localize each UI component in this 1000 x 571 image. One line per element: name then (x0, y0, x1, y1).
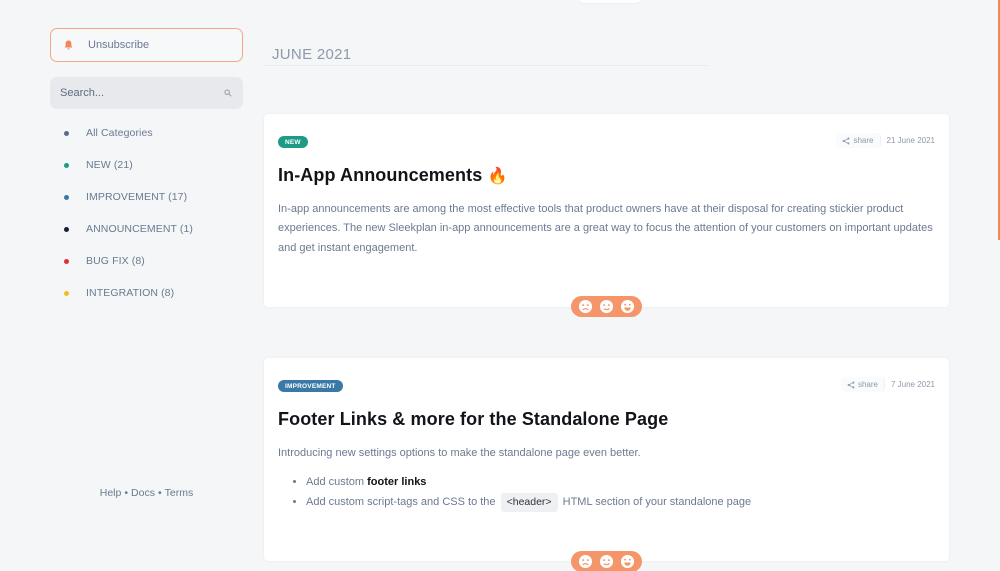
sad-face-icon[interactable] (578, 554, 593, 569)
docs-link[interactable]: Docs (131, 487, 155, 499)
sidebar-footer-links: Help • Docs • Terms (50, 487, 243, 499)
sidebar: Unsubscribe All Categories NEW (21) IMPR… (50, 28, 243, 309)
unsubscribe-button[interactable]: Unsubscribe (50, 28, 243, 62)
category-label: All Categories (86, 127, 153, 139)
category-improvement[interactable]: IMPROVEMENT (17) (50, 181, 243, 213)
changelog-post: IMPROVEMENT share 7 June 2021 Footer Lin… (264, 358, 949, 571)
post-body: In-app announcements are among the most … (278, 203, 933, 254)
share-icon (843, 137, 850, 144)
search-box (50, 77, 243, 109)
post-title-text: In-App Announcements (278, 165, 483, 185)
separator-dot: • (124, 487, 129, 499)
search-input[interactable] (60, 87, 224, 99)
post-body: Introducing new settings options to make… (278, 444, 938, 512)
category-dot (64, 194, 69, 200)
post-date: 7 June 2021 (890, 380, 935, 389)
category-dot (64, 130, 69, 136)
bullet-text: Add custom (306, 476, 368, 489)
search-icon[interactable] (224, 88, 233, 98)
category-label: BUG FIX (8) (86, 255, 145, 267)
category-dot (64, 162, 69, 168)
category-all[interactable]: All Categories (50, 117, 243, 149)
reaction-bar (571, 296, 642, 317)
neutral-face-icon[interactable] (599, 554, 614, 569)
month-heading: JUNE 2021 (264, 44, 708, 66)
month-heading-text: JUNE 2021 (272, 46, 352, 63)
help-link[interactable]: Help (100, 487, 122, 499)
bullet-text-suffix: HTML section of your standalone page (559, 495, 752, 508)
bell-icon (64, 40, 73, 50)
reaction-bar (571, 551, 642, 571)
share-label: share (853, 136, 874, 145)
inline-code: <header> (500, 492, 558, 512)
bullet-bold-text: footer links (367, 476, 427, 489)
happy-face-icon[interactable] (620, 299, 635, 314)
post-date: 21 June 2021 (886, 136, 936, 145)
sad-face-icon[interactable] (578, 299, 593, 314)
category-list: All Categories NEW (21) IMPROVEMENT (17)… (50, 117, 243, 309)
post-bullet-list: Add custom footer links Add custom scrip… (278, 473, 938, 512)
separator-dot: • (157, 487, 162, 499)
category-dot (64, 258, 69, 264)
category-badge[interactable]: NEW (278, 136, 308, 148)
top-pill (578, 0, 642, 3)
category-new[interactable]: NEW (21) (50, 149, 243, 181)
category-dot (64, 290, 69, 296)
share-label: share (857, 380, 878, 389)
share-button[interactable]: share (836, 133, 881, 148)
post-meta: share 21 June 2021 (836, 133, 935, 148)
bullet-text: Add custom script-tags and CSS to the (306, 495, 499, 508)
category-label: ANNOUNCEMENT (1) (86, 223, 193, 235)
category-label: INTEGRATION (8) (86, 287, 175, 299)
category-bug-fix[interactable]: BUG FIX (8) (50, 245, 243, 277)
bullet-item: Add custom footer links (306, 473, 938, 493)
bullet-item: Add custom script-tags and CSS to the <h… (306, 492, 938, 513)
share-icon (847, 381, 855, 388)
post-title[interactable]: Footer Links & more for the Standalone P… (278, 409, 668, 430)
category-announcement[interactable]: ANNOUNCEMENT (1) (50, 213, 243, 245)
post-meta: share 7 June 2021 (840, 377, 935, 392)
category-label: IMPROVEMENT (17) (86, 191, 188, 203)
post-intro: Introducing new settings options to make… (278, 447, 641, 459)
terms-link[interactable]: Terms (165, 487, 194, 499)
category-badge[interactable]: IMPROVEMENT (278, 380, 343, 392)
fire-emoji: 🔥 (487, 168, 508, 185)
happy-face-icon[interactable] (620, 554, 635, 569)
changelog-post: NEW share 21 June 2021 In-App Announceme… (264, 114, 949, 317)
neutral-face-icon[interactable] (599, 299, 614, 314)
unsubscribe-label: Unsubscribe (88, 39, 150, 51)
post-title[interactable]: In-App Announcements 🔥 (278, 165, 507, 186)
category-label: NEW (21) (86, 159, 133, 171)
category-dot (64, 226, 69, 232)
category-integration[interactable]: INTEGRATION (8) (50, 277, 243, 309)
share-button[interactable]: share (840, 377, 885, 392)
